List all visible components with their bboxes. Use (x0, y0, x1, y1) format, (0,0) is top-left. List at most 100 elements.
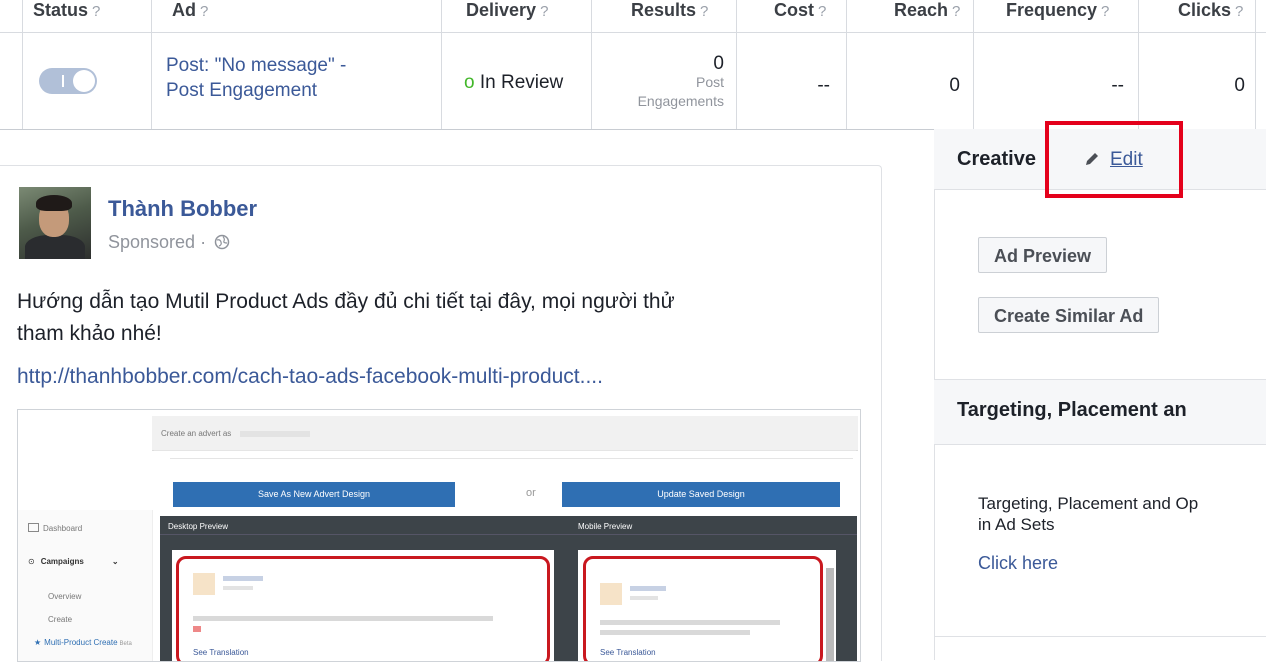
section-divider (934, 636, 1266, 637)
thumb-blurred-text (193, 616, 493, 621)
results-label: Engagements (637, 93, 724, 109)
thumb-save-new-label: Save As New Advert Design (257, 489, 371, 499)
thumb-nav-beta: Beta (119, 641, 132, 647)
thumb-page-logo (193, 573, 215, 595)
help-icon[interactable]: ? (92, 3, 100, 20)
delivery-status-label: In Review (479, 72, 564, 93)
toggle-on-mark (62, 75, 64, 87)
column-header-label: Ad (172, 0, 196, 20)
avatar[interactable] (19, 187, 91, 259)
delivery-status-dot: o (464, 72, 475, 93)
highlight-box (1045, 121, 1183, 198)
targeting-title: Targeting, Placement an (957, 399, 1187, 421)
frequency-value: -- (1111, 75, 1124, 96)
post-sponsored: Sponsored · (108, 232, 230, 253)
column-header-label: Reach (894, 0, 949, 20)
thumb-desktop-preview: Desktop Preview (168, 522, 229, 531)
help-icon[interactable]: ? (1101, 3, 1109, 20)
ad-name-line: Post: "No message" - (166, 55, 347, 76)
globe-icon (214, 234, 230, 250)
create-similar-ad-button[interactable]: Create Similar Ad (978, 297, 1160, 333)
thumb-blurred-text (193, 626, 201, 632)
thumb-nav-label: Campaigns (40, 557, 84, 566)
post-link[interactable]: http://thanhbobber.com/cach-tao-ads-face… (17, 365, 603, 389)
thumb-nav-create: Create (48, 615, 73, 624)
thumb-update-saved-label: Update Saved Design (657, 489, 745, 499)
column-header-reach[interactable]: Reach? (894, 0, 960, 32)
thumb-blurred-text (223, 586, 253, 590)
thumb-nav-campaigns: ⊙ Campaigns ⌄ (28, 557, 119, 566)
thumb-page-logo (600, 583, 622, 605)
post-text-line: tham khảo nhé! (17, 322, 162, 345)
creative-title: Creative (957, 148, 1036, 170)
results-value: 0 (713, 53, 724, 74)
targeting-text-line: Targeting, Placement and Op (978, 494, 1199, 513)
post-text: Hướng dẫn tạo Mutil Product Ads đầy đủ c… (17, 286, 675, 350)
column-header-ad[interactable]: Ad? (172, 0, 208, 32)
thumb-divider (154, 450, 856, 451)
thumb-nav-label: Multi-Product Create (44, 638, 118, 647)
thumb-blurred-text (630, 596, 658, 600)
toggle-knob (73, 70, 95, 92)
post-text-line: Hướng dẫn tạo Mutil Product Ads đầy đủ c… (17, 290, 675, 313)
thumb-blurred-text (600, 630, 750, 635)
column-header-results[interactable]: Results? (631, 0, 708, 32)
table-header: Status? Ad? Delivery? Results? Cost? Rea… (0, 0, 1266, 33)
column-header-label: Delivery (466, 0, 537, 20)
thumb-blurred-text (223, 576, 263, 581)
help-icon[interactable]: ? (952, 3, 960, 20)
help-icon[interactable]: ? (200, 3, 208, 20)
help-icon[interactable]: ? (818, 3, 826, 20)
thumb-nav-label: Dashboard (43, 524, 83, 533)
column-header-status[interactable]: Status? (33, 0, 100, 32)
sponsored-label: Sponsored · (108, 232, 207, 252)
thumb-mobile-preview: Mobile Preview (578, 522, 633, 531)
cost-value: -- (817, 75, 830, 96)
column-header-frequency[interactable]: Frequency? (1006, 0, 1109, 32)
ad-preview-button[interactable]: Ad Preview (978, 237, 1108, 273)
thumb-see-translation: See Translation (193, 648, 249, 657)
column-header-label: Cost (774, 0, 814, 20)
thumb-nav-multi: ★ Multi-Product Create Beta (34, 638, 132, 647)
thumb-mobile-highlight (583, 556, 823, 661)
ad-name-line: Post Engagement (166, 80, 318, 101)
ad-name-link[interactable]: Post: "No message" - Post Engagement (166, 53, 346, 103)
column-header-clicks[interactable]: Clicks? (1178, 0, 1243, 32)
column-header-label: Results (631, 0, 697, 20)
thumb-save-new-button: Save As New Advert Design (173, 482, 455, 507)
thumb-scrollbar (826, 568, 834, 661)
thumb-divider (160, 534, 857, 535)
results-cell: 0 Post Engagements (600, 54, 724, 111)
thumb-blurred-text (630, 586, 666, 591)
thumb-update-saved-button: Update Saved Design (562, 482, 840, 507)
post-image[interactable]: Create an advert as Save As New Advert D… (17, 409, 861, 662)
reach-value: 0 (949, 75, 960, 96)
results-label: Post (695, 74, 724, 90)
thumb-divider (170, 458, 853, 459)
column-header-label: Frequency (1006, 0, 1098, 20)
column-header-cost[interactable]: Cost? (774, 0, 826, 32)
delivery-status: o In Review (464, 72, 563, 94)
avatar-hair (36, 195, 72, 211)
column-header-label: Status (33, 0, 89, 20)
targeting-text: Targeting, Placement and Op in Ad Sets (978, 493, 1198, 535)
post-author-link[interactable]: Thành Bobber (108, 196, 257, 222)
thumb-see-translation: See Translation (600, 648, 656, 657)
help-icon[interactable]: ? (540, 3, 548, 20)
thumb-or: or (526, 487, 536, 499)
thumb-nav-overview: Overview (48, 592, 82, 601)
column-header-label: Clicks (1178, 0, 1232, 20)
targeting-text-line: in Ad Sets (978, 515, 1055, 534)
ad-status-toggle[interactable] (39, 68, 97, 94)
thumb-blurred-name (240, 431, 310, 437)
thumb-create-as: Create an advert as (161, 429, 232, 438)
column-header-delivery[interactable]: Delivery? (466, 0, 548, 32)
click-here-link[interactable]: Click here (978, 553, 1058, 574)
help-icon[interactable]: ? (1235, 3, 1243, 20)
avatar-body (25, 235, 85, 259)
thumb-nav-dashboard: Dashboard (28, 523, 82, 533)
clicks-value: 0 (1234, 75, 1245, 96)
thumb-desktop-highlight (176, 556, 550, 661)
thumb-blurred-text (600, 620, 780, 625)
help-icon[interactable]: ? (700, 3, 708, 20)
